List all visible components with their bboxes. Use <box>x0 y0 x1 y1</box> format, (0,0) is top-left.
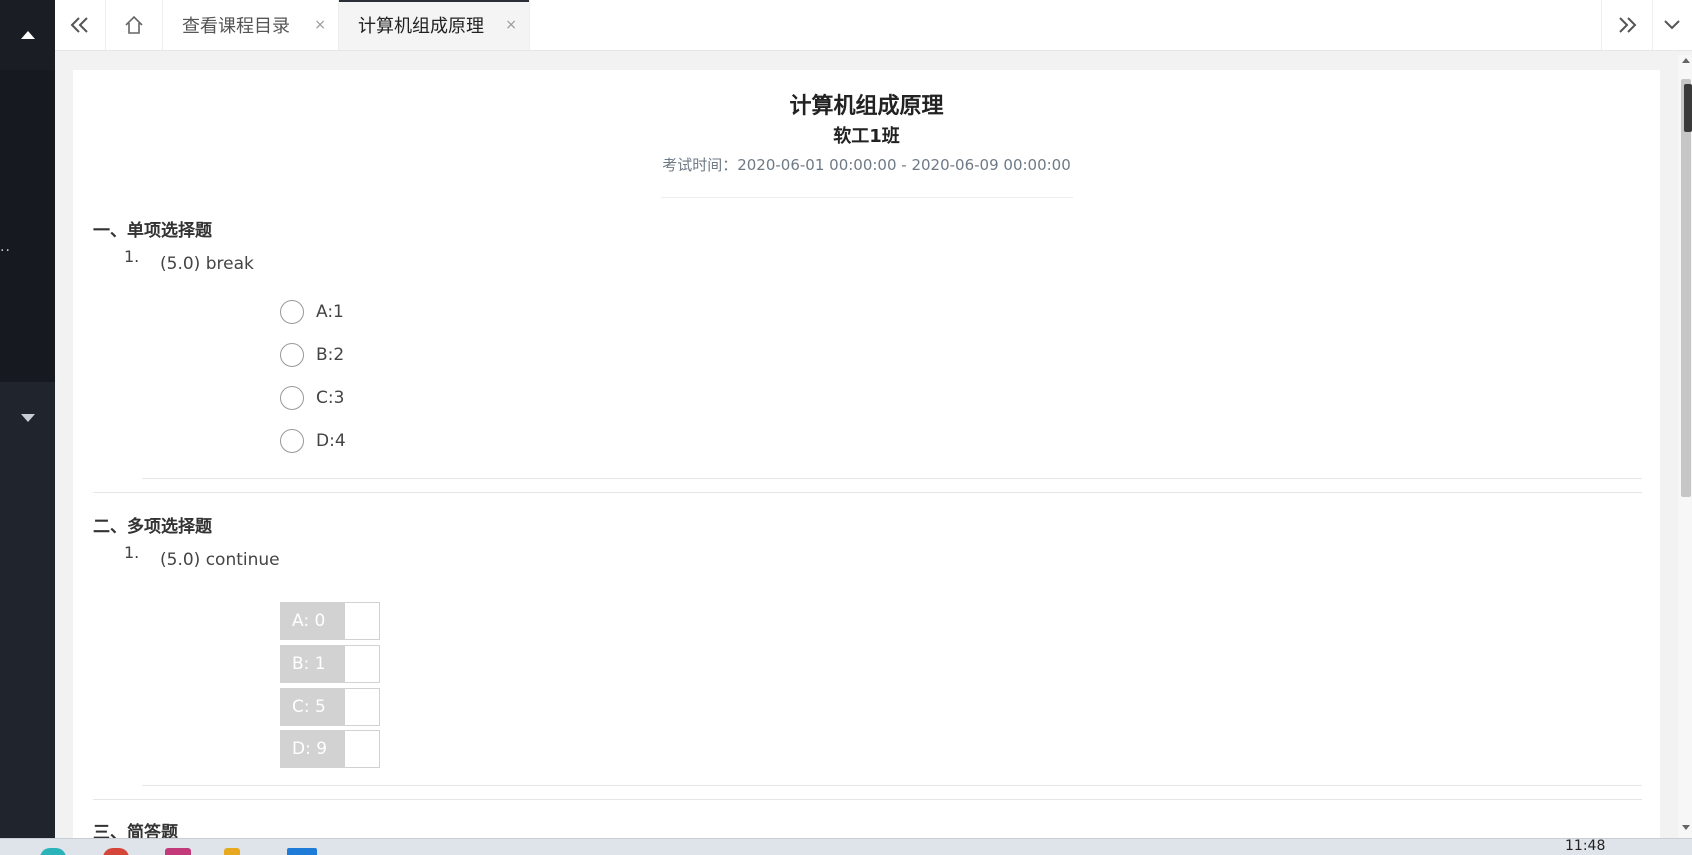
divider <box>142 785 1642 786</box>
os-taskbar: 11:48 <box>0 838 1692 855</box>
radio-button[interactable] <box>280 386 304 410</box>
caret-down-icon[interactable] <box>21 414 35 422</box>
tab-options-button[interactable] <box>1651 0 1692 50</box>
option-a[interactable]: A:1 <box>280 298 344 326</box>
tab-label: 计算机组成原理 <box>358 16 484 37</box>
section-title-multi: 二、多项选择题 <box>93 517 212 537</box>
checkbox-label: D: 9 <box>280 730 344 768</box>
home-icon <box>124 15 143 34</box>
exam-class: 软工1班 <box>833 126 900 147</box>
radio-button[interactable] <box>280 429 304 453</box>
option-label: B:2 <box>316 345 345 365</box>
scroll-tabs-left-button[interactable] <box>55 0 106 50</box>
checkbox-label: C: 5 <box>280 688 344 726</box>
divider <box>661 197 1073 198</box>
left-sidebar: ·· <box>0 0 55 838</box>
sidebar-dots: ·· <box>0 243 11 259</box>
option-b[interactable]: B:2 <box>280 341 344 369</box>
checkbox[interactable] <box>344 688 380 726</box>
section-title-single: 一、单项选择题 <box>93 221 212 241</box>
sidebar-menu-area: ·· <box>0 70 55 382</box>
double-chevron-left-icon <box>70 17 88 33</box>
exam-title: 计算机组成原理 <box>789 94 944 119</box>
checkbox-option-b[interactable]: B: 1 <box>280 645 380 683</box>
double-chevron-right-icon <box>1619 17 1637 33</box>
tab-bar: 查看课程目录 × 计算机组成原理 × <box>55 0 1692 51</box>
question-number: 1. <box>124 247 140 266</box>
taskbar-clock[interactable]: 11:48 <box>1565 839 1605 854</box>
question-text: (5.0) continue <box>160 550 280 570</box>
caret-up-icon[interactable] <box>21 31 35 39</box>
scroll-marker <box>1684 84 1692 132</box>
checkbox-option-d[interactable]: D: 9 <box>280 730 380 768</box>
tab-computer-organization[interactable]: 计算机组成原理 × <box>339 0 530 50</box>
checkbox-label: B: 1 <box>280 645 344 683</box>
exam-time: 考试时间：2020-06-01 00:00:00 - 2020-06-09 00… <box>662 156 1071 174</box>
tab-course-catalog[interactable]: 查看课程目录 × <box>162 0 339 50</box>
close-icon[interactable]: × <box>314 17 326 33</box>
checkbox[interactable] <box>344 602 380 640</box>
divider <box>93 799 1642 800</box>
option-d[interactable]: D:4 <box>280 427 346 455</box>
checkbox[interactable] <box>344 645 380 683</box>
exam-paper: 计算机组成原理 软工1班 考试时间：2020-06-01 00:00:00 - … <box>73 70 1660 845</box>
radio-button[interactable] <box>280 300 304 324</box>
option-label: D:4 <box>316 431 346 451</box>
checkbox-option-a[interactable]: A: 0 <box>280 602 380 640</box>
scroll-down-icon[interactable] <box>1682 825 1690 830</box>
scroll-tabs-right-button[interactable] <box>1601 0 1653 50</box>
option-label: C:3 <box>316 388 345 408</box>
chevron-down-icon <box>1663 20 1680 30</box>
divider <box>142 478 1642 479</box>
question-number: 1. <box>124 543 140 562</box>
option-label: A:1 <box>316 302 344 322</box>
home-button[interactable] <box>105 0 163 50</box>
question-text: (5.0) break <box>160 254 254 274</box>
checkbox-label: A: 0 <box>280 602 344 640</box>
scroll-up-icon[interactable] <box>1682 58 1690 63</box>
scrollbar-thumb[interactable] <box>1681 79 1691 497</box>
option-c[interactable]: C:3 <box>280 384 344 412</box>
tab-label: 查看课程目录 <box>182 16 290 37</box>
radio-button[interactable] <box>280 343 304 367</box>
checkbox-option-c[interactable]: C: 5 <box>280 688 380 726</box>
checkbox[interactable] <box>344 730 380 768</box>
close-icon[interactable]: × <box>505 17 517 33</box>
sidebar-top[interactable] <box>0 0 55 70</box>
divider <box>93 492 1642 493</box>
